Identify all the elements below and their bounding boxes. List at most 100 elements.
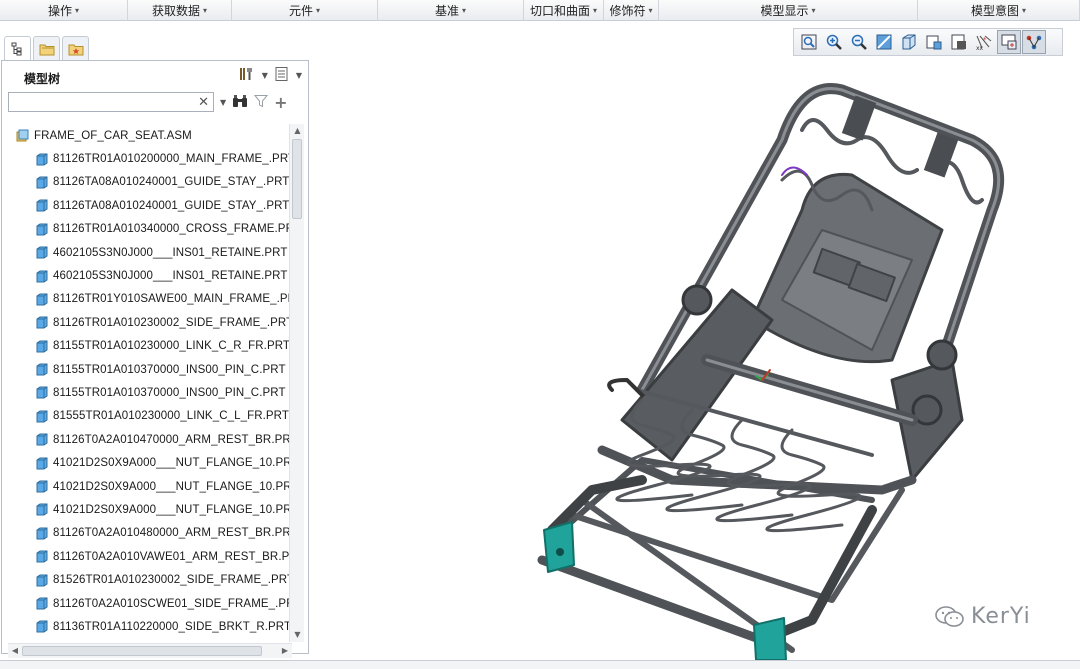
chevron-down-icon: ▾ <box>75 6 80 15</box>
tree-item-part[interactable]: 81555TR01A010230000_LINK_C_L_FR.PRT <box>8 405 290 428</box>
repaint-icon <box>876 34 892 50</box>
tree-item-part[interactable]: 81126TA08A010240001_GUIDE_STAY_.PRT <box>8 194 290 217</box>
tree-item-part[interactable]: 81136TR01A110220000_SIDE_BRKT_R.PRT <box>8 615 290 638</box>
tree-item-part[interactable]: 41021D2S0X9A000___NUT_FLANGE_10.PRT <box>8 475 290 498</box>
ribbon-group-6[interactable]: 模型显示 ▾ <box>659 0 918 21</box>
ribbon-group-7[interactable]: 模型意图 ▾ <box>918 0 1080 21</box>
tree-item-label: 81126TA08A010240001_GUIDE_STAY_.PRT <box>53 199 290 212</box>
graphics-viewport[interactable] <box>312 60 1080 661</box>
tree-horizontal-scroll-thumb[interactable] <box>22 646 262 656</box>
scroll-up-arrow-icon[interactable]: ▲ <box>290 124 305 138</box>
view-manager-button[interactable] <box>947 30 971 54</box>
tree-item-label: 81126T0A2A010VAWE01_ARM_REST_BR.PRT <box>53 550 290 563</box>
settings-tools-icon[interactable] <box>238 66 256 85</box>
ribbon-group-3[interactable]: 基准 ▾ <box>378 0 524 21</box>
scroll-right-arrow-icon[interactable]: ▶ <box>278 644 292 658</box>
part-icon <box>36 316 48 329</box>
model-tree-tools: ▼ ▼ <box>238 66 302 85</box>
tree-item-part[interactable]: 81155TR01A010370000_INS00_PIN_C.PRT <box>8 381 290 404</box>
tree-vertical-scroll-thumb[interactable] <box>292 139 302 219</box>
tree-item-part[interactable]: 81126T0A2A010VAWE01_ARM_REST_BR.PRT <box>8 545 290 568</box>
search-dropdown-icon[interactable]: ▼ <box>220 98 226 107</box>
model-tree-list: FRAME_OF_CAR_SEAT.ASM 81126TR01A01020000… <box>8 124 290 642</box>
tree-vertical-scrollbar[interactable]: ▲ ▼ <box>289 124 304 642</box>
chevron-down-icon: ▾ <box>811 6 816 15</box>
watermark-text: KerYi <box>971 604 1031 629</box>
search-field[interactable]: ✕ <box>8 92 214 112</box>
model-tree-title: 模型树 <box>24 72 61 86</box>
add-column-plus-icon[interactable]: + <box>274 93 287 112</box>
show-list-icon[interactable] <box>274 66 290 85</box>
tree-item-part[interactable]: 81126TR01A010200000_MAIN_FRAME_.PRT <box>8 147 290 170</box>
datum-display-button[interactable] <box>997 30 1021 54</box>
tree-root-assembly[interactable]: FRAME_OF_CAR_SEAT.ASM <box>8 124 290 147</box>
car-seat-frame-model[interactable] <box>312 60 1080 661</box>
part-icon <box>36 199 48 212</box>
settings-dropdown-icon[interactable]: ▼ <box>262 71 268 80</box>
tab-model-tree[interactable] <box>4 36 31 60</box>
find-binoculars-icon[interactable] <box>232 94 248 111</box>
tree-item-label: 81126TA08A010240001_GUIDE_STAY_.PRT <box>53 176 290 189</box>
tree-item-part[interactable]: 81126TR01A010340000_CROSS_FRAME.PRT <box>8 218 290 241</box>
ribbon-group-label: 模型意图 <box>970 4 1019 18</box>
tree-item-part[interactable]: 81126T0A2A010470000_ARM_REST_BR.PRT <box>8 428 290 451</box>
tab-folder-browser[interactable] <box>33 36 60 60</box>
zoom-out-button[interactable] <box>847 30 871 54</box>
tab-favorites[interactable] <box>62 36 89 60</box>
refit-button[interactable] <box>797 30 821 54</box>
tree-horizontal-scrollbar[interactable]: ◀ ▶ <box>8 643 292 658</box>
tree-item-label: 81126TR01A010230002_SIDE_FRAME_.PRT <box>53 316 290 329</box>
tree-item-label: 81155TR01A010370000_INS00_PIN_C.PRT <box>53 363 286 376</box>
zoom-in-button[interactable] <box>822 30 846 54</box>
network-annotation-icon <box>1026 35 1042 50</box>
chevron-down-icon: ▾ <box>593 6 598 15</box>
chevron-down-icon: ▾ <box>316 6 321 15</box>
ribbon-group-1[interactable]: 获取数据 ▾ <box>128 0 232 21</box>
part-icon <box>36 597 48 610</box>
wechat-logo-icon <box>935 605 964 627</box>
tree-item-label: 81126TR01A010200000_MAIN_FRAME_.PRT <box>53 153 290 166</box>
repaint-button[interactable] <box>872 30 896 54</box>
show-dropdown-icon[interactable]: ▼ <box>296 71 302 80</box>
tree-item-part[interactable]: 81126TR01Y010SAWE00_MAIN_FRAME_.PRT <box>8 288 290 311</box>
part-icon <box>36 574 48 587</box>
part-icon <box>36 620 48 633</box>
tree-item-label: 81155TR01A010230000_LINK_C_R_FR.PRT <box>53 340 290 353</box>
tree-item-label: 81555TR01A010230000_LINK_C_L_FR.PRT <box>53 410 289 423</box>
tree-item-part[interactable]: 4602105S3N0J000___INS01_RETAINE.PRT <box>8 241 290 264</box>
ribbon-group-label: 切口和曲面 <box>529 4 590 18</box>
tree-item-part[interactable]: 4602105S3N0J000___INS01_RETAINE.PRT <box>8 264 290 287</box>
tree-item-part[interactable]: 81126T0A2A010480000_ARM_REST_BR.PRT <box>8 522 290 545</box>
search-input[interactable] <box>9 94 199 110</box>
chevron-down-icon: ▾ <box>203 6 208 15</box>
clear-search-icon[interactable]: ✕ <box>198 95 209 110</box>
annotation-display-button[interactable] <box>1022 30 1046 54</box>
tree-item-part[interactable]: 41021D2S0X9A000___NUT_FLANGE_10.PRT <box>8 498 290 521</box>
part-icon <box>36 550 48 563</box>
tree-item-part[interactable]: 41021D2S0X9A000___NUT_FLANGE_10.PRT <box>8 451 290 474</box>
part-icon <box>36 457 48 470</box>
tree-item-label: 81136TR01A110220000_SIDE_BRKT_R.PRT <box>53 620 290 633</box>
ribbon-group-5[interactable]: 修饰符 ▾ <box>604 0 659 21</box>
tree-item-label: 81126T0A2A010480000_ARM_REST_BR.PRT <box>53 527 290 540</box>
tree-item-part[interactable]: 81126TR01A010230002_SIDE_FRAME_.PRT <box>8 311 290 334</box>
tree-item-label: 41021D2S0X9A000___NUT_FLANGE_10.PRT <box>53 503 290 516</box>
ribbon-group-label: 操作 <box>47 4 72 18</box>
part-icon <box>36 153 48 166</box>
tree-item-part[interactable]: 81126TA08A010240001_GUIDE_STAY_.PRT <box>8 171 290 194</box>
perspective-icon: *xx <box>976 35 992 51</box>
ribbon-group-2[interactable]: 元件 ▾ <box>232 0 378 21</box>
perspective-view-button[interactable]: * xx <box>972 30 996 54</box>
tree-item-part[interactable]: 81155TR01A010370000_INS00_PIN_C.PRT <box>8 358 290 381</box>
ribbon-group-0[interactable]: 操作 ▾ <box>0 0 128 21</box>
tree-item-part[interactable]: 81526TR01A010230002_SIDE_FRAME_.PRT <box>8 568 290 591</box>
saved-orientations-button[interactable] <box>922 30 946 54</box>
display-style-button[interactable] <box>897 30 921 54</box>
tree-item-part[interactable]: 81155TR01A010230000_LINK_C_R_FR.PRT <box>8 335 290 358</box>
scroll-down-arrow-icon[interactable]: ▼ <box>290 628 305 642</box>
ribbon-group-4[interactable]: 切口和曲面 ▾ <box>524 0 604 21</box>
filter-icon[interactable] <box>254 94 269 111</box>
assembly-icon <box>16 129 29 142</box>
scroll-left-arrow-icon[interactable]: ◀ <box>8 644 22 658</box>
tree-item-part[interactable]: 81126T0A2A010SCWE01_SIDE_FRAME_.PRT <box>8 592 290 615</box>
